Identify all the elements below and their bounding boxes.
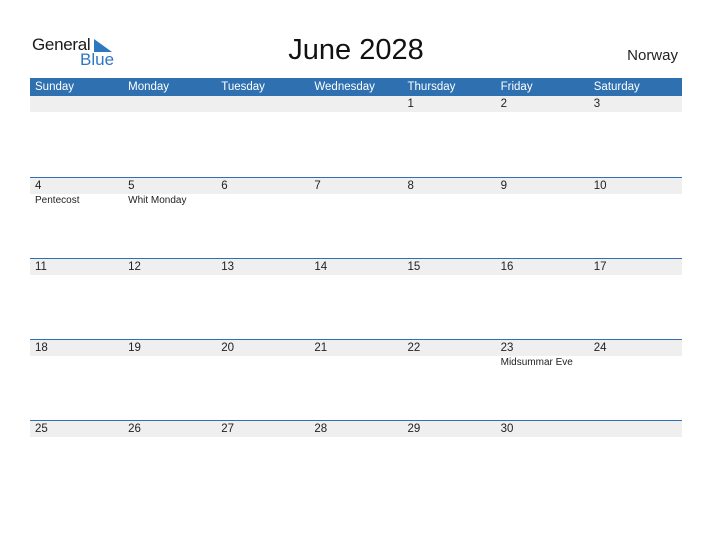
day-cell: 1	[403, 96, 496, 112]
week-row: 1 2 3	[30, 96, 682, 177]
day-number: 27	[221, 423, 235, 435]
day-cell: 8	[403, 178, 496, 207]
day-cell: 19	[123, 340, 216, 369]
weekday-friday: Friday	[500, 81, 533, 93]
day-cell: 24	[589, 340, 682, 369]
day-number: 6	[221, 180, 228, 192]
day-number: 1	[407, 98, 414, 110]
day-number: 19	[128, 342, 141, 354]
day-number: 2	[500, 98, 508, 110]
page-title: June 2028	[288, 34, 424, 66]
week-row: 4 Pentecost 5 Whit Monday 6 7 8 9 10	[30, 177, 682, 258]
day-number: 15	[407, 261, 421, 273]
day-cell: 11	[30, 259, 123, 275]
day-number: 7	[314, 180, 321, 192]
day-number: 5	[128, 180, 135, 192]
calendar: Sunday Monday Tuesday Wednesday Thursday…	[30, 78, 682, 501]
weekday-tuesday: Tuesday	[221, 81, 265, 93]
week-row: 11 12 13 14 15 16 17	[30, 258, 682, 339]
day-cell	[216, 96, 309, 112]
day-cell: 29	[403, 421, 496, 437]
weekday-sunday: Sunday	[35, 81, 75, 93]
day-cell: 14	[309, 259, 402, 275]
week-row: 25 26 27 28 29 30	[30, 420, 682, 501]
day-number	[128, 96, 216, 112]
weekday-wednesday: Wednesday	[314, 81, 375, 93]
week-row: 18 19 20 21 22 23 Midsummar Eve 24	[30, 339, 682, 420]
day-number: 16	[500, 261, 514, 273]
day-cell: 6	[216, 178, 309, 207]
weekday-header: Sunday Monday Tuesday Wednesday Thursday…	[30, 78, 682, 96]
day-number: 17	[593, 261, 607, 273]
day-cell: 9	[496, 178, 589, 207]
day-number: 3	[593, 98, 601, 110]
day-number: 22	[407, 342, 421, 354]
day-cell: 2	[496, 96, 589, 112]
holiday-label: Pentecost	[35, 195, 80, 206]
day-cell: 3	[589, 96, 682, 112]
day-cell: 13	[216, 259, 309, 275]
day-cell: 10	[589, 178, 682, 207]
day-number: 9	[500, 180, 508, 192]
country-label: Norway	[627, 47, 678, 64]
day-number: 24	[593, 342, 607, 354]
day-cell: 25	[30, 421, 123, 437]
day-number: 21	[314, 342, 328, 354]
day-number: 10	[593, 180, 607, 192]
day-cell: 17	[589, 259, 682, 275]
day-number: 29	[407, 423, 421, 435]
day-cell	[123, 96, 216, 112]
day-number: 18	[35, 342, 48, 354]
day-cell: 4 Pentecost	[30, 178, 123, 207]
day-cell: 26	[123, 421, 216, 437]
day-cell: 21	[309, 340, 402, 369]
day-cell: 22	[403, 340, 496, 369]
holiday-label: Midsummar Eve	[500, 357, 573, 368]
weekday-saturday: Saturday	[593, 81, 640, 93]
day-cell: 12	[123, 259, 216, 275]
day-number	[35, 96, 123, 112]
day-cell	[589, 421, 682, 437]
day-cell	[30, 96, 123, 112]
day-cell: 18	[30, 340, 123, 369]
day-number: 28	[314, 423, 328, 435]
day-cell: 27	[216, 421, 309, 437]
day-cell: 16	[496, 259, 589, 275]
day-number: 14	[314, 261, 328, 273]
weekday-monday: Monday	[128, 81, 170, 93]
day-number	[594, 421, 682, 437]
day-number: 30	[500, 423, 514, 435]
weekday-thursday: Thursday	[407, 81, 456, 93]
day-cell: 20	[216, 340, 309, 369]
day-cell: 7	[309, 178, 402, 207]
day-number: 4	[35, 180, 42, 192]
day-number: 8	[407, 180, 414, 192]
day-number: 13	[221, 261, 235, 273]
day-cell: 23 Midsummar Eve	[496, 340, 589, 369]
day-number: 20	[221, 342, 235, 354]
day-cell	[309, 96, 402, 112]
day-cell: 30	[496, 421, 589, 437]
day-number	[314, 96, 402, 112]
day-number: 11	[35, 261, 47, 273]
day-number: 12	[128, 261, 141, 273]
day-cell: 5 Whit Monday	[123, 178, 216, 207]
holiday-label: Whit Monday	[128, 195, 187, 206]
day-cell: 28	[309, 421, 402, 437]
day-number: 26	[128, 423, 141, 435]
weeks: 1 2 3 4 Pentecost 5 Whit Monday 6 7 8 9 10 11 12 13 14 1…	[30, 96, 682, 501]
day-cell: 15	[403, 259, 496, 275]
day-number	[221, 96, 309, 112]
day-number: 25	[35, 423, 48, 435]
day-number: 23	[500, 342, 514, 354]
